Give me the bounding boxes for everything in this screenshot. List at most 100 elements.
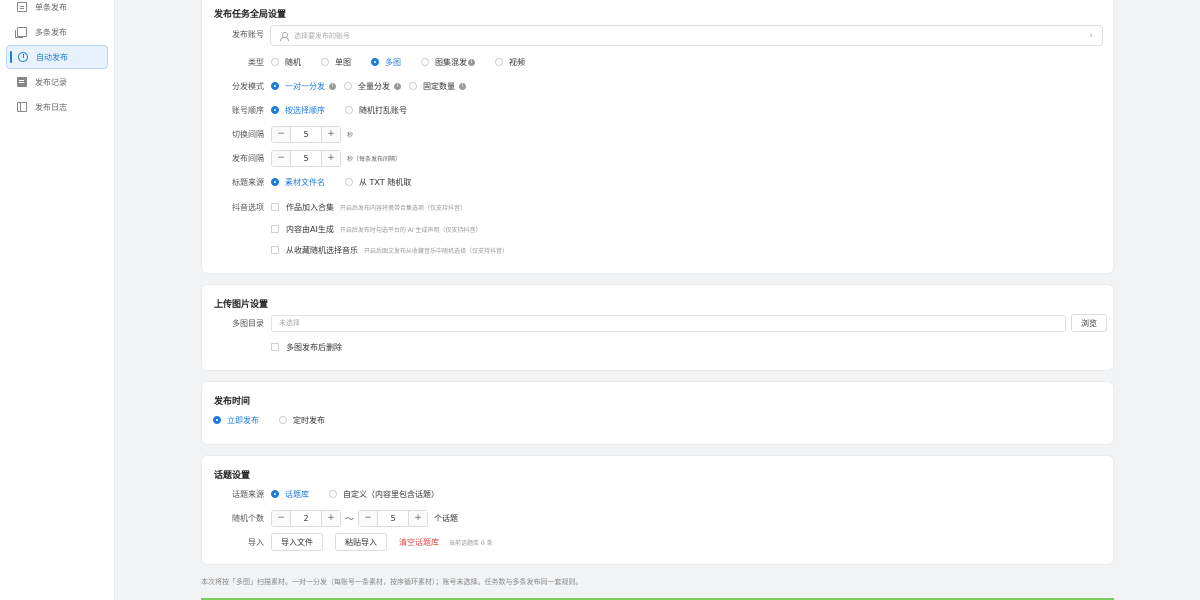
title-source-option-txt[interactable]: 从 TXT 随机取 — [345, 177, 411, 188]
publish-interval-row: 发布间隔 − 5 + 秒（每条发布间隔） — [202, 148, 401, 168]
douyin-row-1: 抖音选项 作品加入合集 开启后发布内容将携带合集选项（仅支持抖音） — [202, 197, 466, 217]
stepper-value[interactable]: 5 — [377, 510, 410, 526]
publish-time-option-now[interactable]: 立即发布 — [213, 415, 259, 426]
sidebar-item-auto-publish[interactable]: 自动发布 — [6, 45, 108, 69]
increment-button[interactable]: + — [409, 510, 428, 526]
doc-icon — [17, 2, 27, 12]
douyin-option-music[interactable]: 从收藏随机选择音乐 — [271, 245, 358, 256]
publish-time-row: 立即发布 定时发布 — [213, 410, 345, 430]
title-source-option-filename[interactable]: 素材文件名 — [271, 177, 325, 188]
sidebar-item-label: 自动发布 — [36, 52, 68, 62]
delete-after-checkbox[interactable]: 多图发布后删除 — [271, 342, 342, 353]
sidebar-item-multi-publish[interactable]: 多条发布 — [6, 20, 108, 44]
topic-source-label: 话题来源 — [232, 489, 264, 499]
type-option-single[interactable]: 单图 — [321, 57, 351, 68]
publish-interval-label: 发布间隔 — [232, 153, 264, 163]
increment-button[interactable]: + — [322, 510, 340, 526]
mode-row: 分发模式 一对一分发 i 全量分发 i 固定数量 i — [202, 76, 486, 96]
checkbox-icon — [271, 225, 279, 233]
sidebar-item-label: 单条发布 — [35, 2, 67, 12]
multi-doc-icon — [15, 27, 27, 38]
sidebar-item-publish-log[interactable]: 发布日志 — [6, 95, 108, 119]
radio-icon — [344, 82, 352, 90]
info-icon[interactable]: i — [468, 58, 475, 66]
order-option-selection[interactable]: 按选择顺序 — [271, 105, 325, 116]
dir-row: 多图目录 未选择 浏览 — [202, 313, 1115, 333]
person-icon — [280, 31, 289, 41]
checkbox-icon — [271, 203, 279, 211]
publish-time-card: 发布时间 立即发布 定时发布 — [201, 381, 1114, 445]
douyin-option-hint: 开启后发布内容将携带合集选项（仅支持抖音） — [340, 204, 467, 212]
type-option-multi[interactable]: 多图 — [371, 57, 401, 68]
radio-checked-icon — [271, 106, 279, 114]
topic-count-min-stepper: − 2 + — [271, 509, 341, 527]
radio-icon — [329, 490, 337, 498]
stepper-value[interactable]: 5 — [290, 126, 322, 142]
account-select[interactable]: 选择要发布的账号 › — [270, 25, 1103, 46]
radio-checked-icon — [213, 416, 221, 424]
summary-footnote: 本次将按「多图」扫描素材。一对一分发（每账号一条素材，按序循环素材）；账号未选择… — [201, 578, 583, 586]
checkbox-icon — [271, 343, 279, 351]
order-option-shuffle[interactable]: 随机打乱账号 — [345, 105, 407, 116]
decrement-button[interactable]: − — [272, 126, 290, 142]
global-settings-title: 发布任务全局设置 — [214, 10, 287, 20]
radio-icon — [421, 58, 429, 66]
sidebar-item-publish-records[interactable]: 发布记录 — [6, 70, 108, 94]
account-row: 发布账号 — [202, 24, 271, 44]
increment-button[interactable]: + — [322, 126, 340, 142]
type-option-random[interactable]: 随机 — [271, 57, 301, 68]
account-label: 发布账号 — [232, 29, 264, 39]
checkbox-icon — [271, 246, 279, 254]
douyin-row-2: 内容由AI生成 开启后发布时勾选平台的 AI 生成声明（仅支持抖音） — [271, 219, 482, 239]
radio-icon — [345, 106, 353, 114]
mode-option-full[interactable]: 全量分发 i — [344, 81, 401, 92]
type-label: 类型 — [248, 57, 264, 67]
stepper-value[interactable]: 2 — [290, 510, 322, 526]
info-icon[interactable]: i — [394, 82, 401, 90]
dir-label: 多图目录 — [232, 318, 264, 328]
mode-option-fixed[interactable]: 固定数量 i — [409, 81, 466, 92]
type-option-mixed[interactable]: 图集混发 i — [421, 57, 475, 68]
publish-time-option-scheduled[interactable]: 定时发布 — [279, 415, 325, 426]
radio-icon — [271, 58, 279, 66]
clear-topics-link[interactable]: 清空话题库 — [399, 537, 439, 548]
topic-count-max-stepper: − 5 + — [358, 509, 429, 527]
topic-count-unit: 个话题 — [434, 513, 459, 523]
dir-input[interactable]: 未选择 — [271, 314, 1066, 332]
mode-option-one-to-one[interactable]: 一对一分发 i — [271, 81, 336, 92]
sidebar-item-single-publish[interactable]: 单条发布 — [6, 0, 108, 19]
douyin-option-collection[interactable]: 作品加入合集 — [271, 202, 334, 213]
list-icon — [17, 77, 27, 87]
radio-icon — [345, 178, 353, 186]
topic-source-option-library[interactable]: 话题库 — [271, 489, 309, 500]
topic-import-row: 导入 导入文件 粘贴导入 清空话题库 当前话题库 0 条 — [202, 532, 493, 552]
paste-import-button[interactable]: 粘贴导入 — [335, 533, 387, 551]
info-icon[interactable]: i — [459, 82, 466, 90]
order-row: 账号顺序 按选择顺序 随机打乱账号 — [202, 100, 427, 120]
decrement-button[interactable]: − — [359, 510, 378, 526]
browse-button[interactable]: 浏览 — [1071, 314, 1107, 332]
stepper-value[interactable]: 5 — [290, 150, 322, 166]
upload-settings-title: 上传图片设置 — [214, 300, 269, 310]
topic-count-row: 随机个数 − 2 + ～ − 5 + 个话题 — [202, 508, 458, 528]
topic-import-label: 导入 — [248, 537, 264, 547]
radio-icon — [321, 58, 329, 66]
douyin-label: 抖音选项 — [232, 202, 264, 212]
increment-button[interactable]: + — [322, 150, 340, 166]
decrement-button[interactable]: − — [272, 150, 290, 166]
import-file-button[interactable]: 导入文件 — [271, 533, 323, 551]
clock-icon — [18, 52, 28, 62]
decrement-button[interactable]: − — [272, 510, 290, 526]
mode-label: 分发模式 — [232, 81, 264, 91]
type-option-video[interactable]: 视频 — [495, 57, 525, 68]
sidebar: 单条发布 多条发布 自动发布 发布记录 发布日志 — [0, 0, 115, 600]
radio-checked-icon — [271, 178, 279, 186]
info-icon[interactable]: i — [329, 82, 336, 90]
chevron-right-icon: › — [1089, 31, 1093, 41]
type-row: 类型 随机 单图 多图 图集混发 i 视频 — [202, 52, 545, 72]
douyin-option-ai[interactable]: 内容由AI生成 — [271, 224, 334, 235]
switch-interval-row: 切换间隔 − 5 + 秒 — [202, 124, 353, 144]
topic-source-option-custom[interactable]: 自定义（内容里包含话题） — [329, 489, 439, 500]
sidebar-item-label: 发布日志 — [35, 102, 67, 112]
douyin-option-hint: 开启后发布时勾选平台的 AI 生成声明（仅支持抖音） — [339, 226, 482, 234]
